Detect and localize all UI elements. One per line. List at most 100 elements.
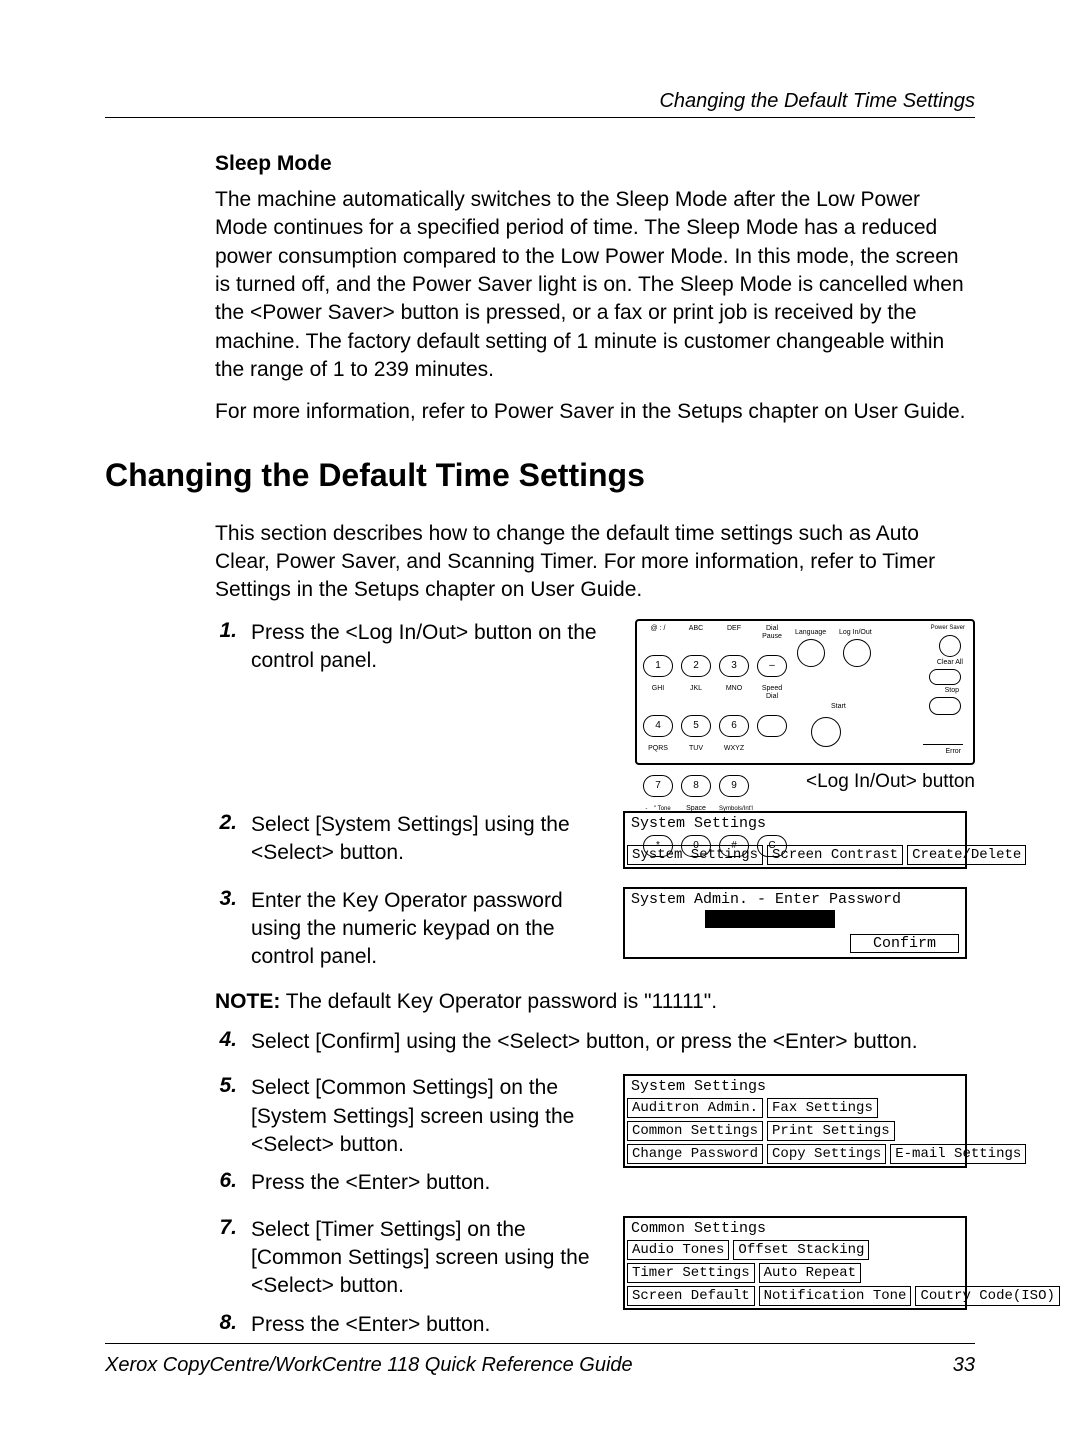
- key-label: GHI: [643, 685, 673, 693]
- lcd-cell-empty: [882, 1098, 963, 1118]
- footer-left: Xerox CopyCentre/WorkCentre 118 Quick Re…: [105, 1354, 633, 1377]
- key-label: Speed Dial: [757, 685, 787, 693]
- key-2: 2: [681, 655, 711, 677]
- section-title: Changing the Default Time Settings: [105, 457, 975, 494]
- key-label: [757, 745, 787, 753]
- header-rule: [105, 117, 975, 118]
- start-button: [811, 717, 841, 747]
- key-5: 5: [681, 715, 711, 737]
- key-4: 4: [643, 715, 673, 737]
- powersaver-label: Power Saver: [931, 625, 965, 631]
- lcd-cell: Copy Settings: [767, 1144, 886, 1164]
- step-text: Press the <Enter> button.: [251, 1169, 601, 1197]
- key-label: JKL: [681, 685, 711, 693]
- key-label: ABC: [681, 625, 711, 633]
- lcd-cell: Print Settings: [767, 1121, 895, 1141]
- lcd-cell: Offset Stacking: [733, 1240, 869, 1260]
- sleep-mode-paragraph: The machine automatically switches to th…: [215, 186, 975, 384]
- step-1: 1. Press the <Log In/Out> button on the …: [215, 619, 975, 793]
- lcd-screen-common-settings: Common Settings Audio Tones Offset Stack…: [623, 1216, 967, 1310]
- lcd-cell: E-mail Settings: [890, 1144, 1026, 1164]
- control-panel: @ : / ABC DEF Dial Pause 1 2 3 – GHI JKL…: [635, 619, 975, 765]
- control-panel-figure: @ : / ABC DEF Dial Pause 1 2 3 – GHI JKL…: [615, 619, 975, 793]
- language-label: Language: [795, 629, 826, 636]
- key-label: DEF: [719, 625, 749, 633]
- clearall-label: Clear All: [937, 659, 963, 666]
- lcd-cell-empty: [865, 1263, 963, 1283]
- panel-caption: <Log In/Out> button: [806, 771, 975, 793]
- key-6: 6: [719, 715, 749, 737]
- page-header-right: Changing the Default Time Settings: [105, 90, 975, 117]
- note: NOTE: The default Key Operator password …: [215, 990, 975, 1014]
- lcd-cell-empty: [899, 1121, 963, 1141]
- step-text: Enter the Key Operator password using th…: [251, 887, 601, 972]
- key-speeddial: [757, 715, 787, 737]
- powersaver-button: [939, 635, 961, 657]
- key-label: WXYZ: [719, 745, 749, 753]
- lcd-title: System Settings: [625, 813, 965, 844]
- lcd-figure-4: Common Settings Audio Tones Offset Stack…: [615, 1216, 975, 1310]
- key-label: @ : /: [643, 625, 673, 633]
- step-number: 3.: [215, 887, 237, 911]
- lcd-cell: Timer Settings: [627, 1263, 755, 1283]
- key-label: MNO: [719, 685, 749, 693]
- section-intro: This section describes how to change the…: [215, 520, 975, 605]
- error-line: [923, 744, 963, 745]
- loginout-button: [843, 639, 871, 667]
- lcd-cell: Fax Settings: [767, 1098, 878, 1118]
- language-button: [797, 639, 825, 667]
- lcd-cell: Coutry Code(ISO): [915, 1286, 1059, 1306]
- step-number: 8.: [215, 1311, 237, 1335]
- step-text: Select [Common Settings] on the [System …: [251, 1074, 601, 1159]
- step-number: 4.: [215, 1028, 237, 1052]
- lcd-figure-2: System Admin. - Enter Password Confirm: [615, 887, 975, 959]
- lcd-cell: Auto Repeat: [759, 1263, 861, 1283]
- lcd-cell: Create/Delete: [907, 845, 1026, 865]
- lcd-title: System Settings: [625, 1076, 965, 1097]
- step-7-8-group: 7. Select [Timer Settings] on the [Commo…: [215, 1216, 975, 1339]
- key-label: TUV: [681, 745, 711, 753]
- section-content: This section describes how to change the…: [215, 520, 975, 1339]
- footer-page-number: 33: [953, 1354, 975, 1377]
- password-mask: [705, 910, 835, 928]
- sleep-mode-block: Sleep Mode The machine automatically swi…: [215, 152, 975, 427]
- lcd-cell-empty: [873, 1240, 963, 1260]
- step-number: 5.: [215, 1074, 237, 1098]
- clearall-button: [929, 669, 961, 685]
- lcd-figure-3: System Settings Auditron Admin. Fax Sett…: [615, 1074, 975, 1168]
- lcd-screen-password: System Admin. - Enter Password Confirm: [623, 887, 967, 959]
- key-3: 3: [719, 655, 749, 677]
- lcd-cell: Auditron Admin.: [627, 1098, 763, 1118]
- lcd-cell: Change Password: [627, 1144, 763, 1164]
- keypad: @ : / ABC DEF Dial Pause 1 2 3 – GHI JKL…: [643, 625, 787, 759]
- lcd-cell: Common Settings: [627, 1121, 763, 1141]
- lcd-screen-system-settings: System Settings System Settings Screen C…: [623, 811, 967, 869]
- key-label: Dial Pause: [757, 625, 787, 633]
- start-label: Start: [831, 703, 846, 710]
- lcd-title: Common Settings: [625, 1218, 965, 1239]
- step-number: 7.: [215, 1216, 237, 1240]
- step-text: Select [System Settings] using the <Sele…: [251, 811, 601, 868]
- key-label: PQRS: [643, 745, 673, 753]
- stop-label: Stop: [945, 687, 959, 694]
- sleep-mode-more: For more information, refer to Power Sav…: [215, 398, 975, 426]
- step-4: 4. Select [Confirm] using the <Select> b…: [215, 1028, 975, 1056]
- step-text: Select [Timer Settings] on the [Common S…: [251, 1216, 601, 1301]
- page-footer: Xerox CopyCentre/WorkCentre 118 Quick Re…: [105, 1343, 975, 1377]
- stop-button: [929, 697, 961, 715]
- lcd-cell: System Settings: [627, 845, 763, 865]
- footer-rule: [105, 1343, 975, 1344]
- lcd-figure-1: System Settings System Settings Screen C…: [615, 811, 975, 869]
- error-label: Error: [945, 748, 961, 755]
- key-dialpause: –: [757, 655, 787, 677]
- lcd-cell: Screen Default: [627, 1286, 755, 1306]
- lcd-screen-system-settings-menu: System Settings Auditron Admin. Fax Sett…: [623, 1074, 967, 1168]
- note-label: NOTE:: [215, 990, 280, 1013]
- step-text: Press the <Log In/Out> button on the con…: [251, 619, 601, 676]
- step-text: Press the <Enter> button.: [251, 1311, 601, 1339]
- step-3: 3. Enter the Key Operator password using…: [215, 887, 975, 972]
- step-number: 2.: [215, 811, 237, 835]
- note-text: The default Key Operator password is "11…: [280, 990, 717, 1013]
- lcd-title: System Admin. - Enter Password: [625, 889, 965, 908]
- step-2: 2. Select [System Settings] using the <S…: [215, 811, 975, 869]
